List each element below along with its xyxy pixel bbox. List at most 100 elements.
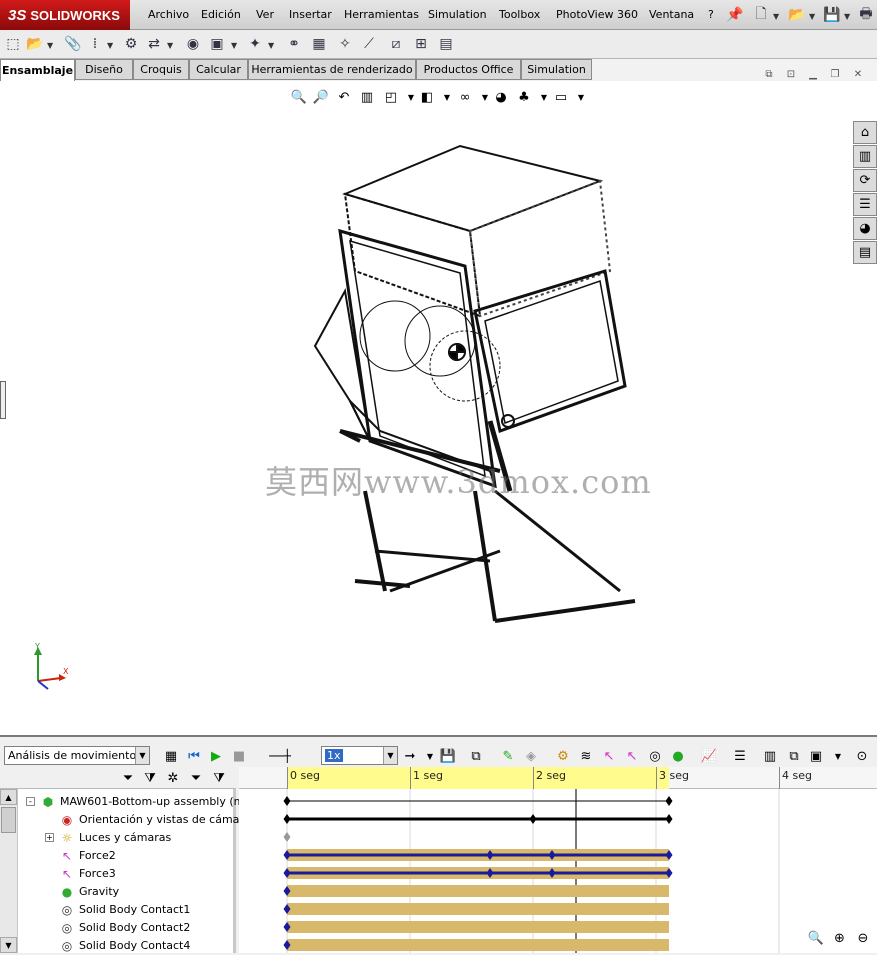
menu-help[interactable]: ? <box>708 8 714 21</box>
stop-icon[interactable]: ■ <box>231 748 247 764</box>
tile-doc-icon[interactable]: ⊡ <box>784 68 798 80</box>
assembly-model[interactable] <box>300 141 650 641</box>
force-icon[interactable]: ↖ <box>624 748 640 764</box>
graphics-area[interactable]: 🔍 🔎 ↶ ▥ ◰ ▼ ◧ ▼ ∞ ▼ ◕ ♣ ▼ ▭ ▼ ⧉ ⊡ ▁ ❐ ✕ … <box>0 69 877 735</box>
chevron-down-icon[interactable]: ▼ <box>572 88 590 106</box>
gravity-icon[interactable]: ● <box>670 748 686 764</box>
damper-icon[interactable]: ↖ <box>601 748 617 764</box>
tab-herramientas-renderizado[interactable]: Herramientas de renderizado <box>248 59 416 80</box>
linear-pattern-icon[interactable]: ⁞ <box>86 35 104 53</box>
copy-study-icon[interactable]: ⧉ <box>786 748 802 764</box>
apply-scene-icon[interactable]: ♣ <box>515 88 533 106</box>
animation-wizard-icon[interactable]: ⧉ <box>468 748 484 764</box>
chevron-down-icon[interactable]: ▼ <box>422 748 438 764</box>
exploded-view-icon[interactable]: ✧ <box>336 35 354 53</box>
zoom-out-icon[interactable]: ⊖ <box>853 931 873 949</box>
menu-archivo[interactable]: Archivo <box>148 8 189 21</box>
chevron-down-icon[interactable]: ▼ <box>438 88 456 106</box>
chevron-down-icon[interactable]: ▼ <box>107 41 113 50</box>
home-resources-icon[interactable]: ⌂ <box>853 121 877 144</box>
motion-timeline[interactable]: 0 seg 1 seg 2 seg 3 seg 4 seg 🔍 ⊕ ⊖ <box>239 767 877 953</box>
menu-herramientas[interactable]: Herramientas <box>344 8 419 21</box>
playback-slider[interactable]: ──┼ <box>260 748 300 764</box>
open-folder-icon[interactable]: 📂 <box>788 6 806 24</box>
collapse-motion-manager-icon[interactable]: ▥ <box>762 748 778 764</box>
mate-icon[interactable]: 📎 <box>64 35 82 53</box>
hide-show-items-icon[interactable]: ∞ <box>456 88 474 106</box>
tab-calcular[interactable]: Calcular <box>189 59 248 80</box>
file-explorer-icon[interactable]: ⟳ <box>853 169 877 192</box>
chevron-down-icon[interactable]: ▼ <box>844 12 850 21</box>
print-icon[interactable]: 🖶 <box>857 6 875 24</box>
display-style-icon[interactable]: ◧ <box>418 88 436 106</box>
chevron-down-icon[interactable]: ▼ <box>773 12 779 21</box>
smart-fasteners-icon[interactable]: ⚙ <box>122 35 140 53</box>
spring-icon[interactable]: ≋ <box>578 748 594 764</box>
chevron-down-icon[interactable]: ▼ <box>167 41 173 50</box>
tree-row[interactable]: - ⬢ MAW601-Bottom-up assembly (mot <box>0 793 255 811</box>
move-component-icon[interactable]: ⇄ <box>145 35 163 53</box>
previous-view-icon[interactable]: ↶ <box>335 88 353 106</box>
chevron-down-icon[interactable]: ▼ <box>535 88 553 106</box>
tab-simulation[interactable]: Simulation <box>521 59 592 80</box>
new-part-icon[interactable]: 📂 <box>26 35 44 53</box>
add-key-icon[interactable]: ◈ <box>523 748 539 764</box>
menu-ver[interactable]: Ver <box>256 8 274 21</box>
chevron-down-icon[interactable]: ▼ <box>231 41 237 50</box>
maximize-icon[interactable]: ❐ <box>828 68 842 80</box>
zoom-to-fit-icon[interactable]: 🔍 <box>290 88 308 106</box>
new-motion-study-icon[interactable]: ⚭ <box>285 35 303 53</box>
reference-geometry-icon[interactable]: ✦ <box>246 35 264 53</box>
chevron-down-icon[interactable]: ▼ <box>830 748 846 764</box>
section-view-icon[interactable]: ▥ <box>358 88 376 106</box>
chevron-down-icon[interactable]: ▼ <box>47 41 53 50</box>
tree-row[interactable]: + ☼ Luces y cámaras <box>0 829 236 847</box>
zoom-in-icon[interactable]: ⊕ <box>830 931 850 949</box>
play-from-start-icon[interactable]: ⏮ <box>186 748 202 764</box>
tree-row[interactable]: ↖ Force2 <box>0 847 236 865</box>
appearances-icon[interactable]: ◕ <box>853 217 877 240</box>
close-icon[interactable]: ✕ <box>851 68 865 80</box>
instant3d-icon[interactable]: ⊞ <box>412 35 430 53</box>
save-icon[interactable]: 💾 <box>823 6 841 24</box>
tab-croquis[interactable]: Croquis <box>133 59 189 80</box>
minimize-icon[interactable]: ▁ <box>806 68 820 80</box>
view-palette-icon[interactable]: ☰ <box>853 193 877 216</box>
zoom-to-fit-icon[interactable]: 🔍 <box>806 931 826 949</box>
menu-photoview[interactable]: PhotoView 360 <box>556 8 638 21</box>
solidworks-logo[interactable]: 3S SOLIDWORKS <box>0 0 130 30</box>
tab-productos-office[interactable]: Productos Office <box>416 59 521 80</box>
new-document-icon[interactable]: 🗋 <box>752 6 770 24</box>
view-orientation-icon[interactable]: ◰ <box>382 88 400 106</box>
large-assembly-icon[interactable]: ▤ <box>437 35 455 53</box>
results-plots-icon[interactable]: 📈 <box>701 748 717 764</box>
menu-edicion[interactable]: Edición <box>201 8 241 21</box>
assembly-features-icon[interactable]: ▣ <box>208 35 226 53</box>
calculate-icon[interactable]: ▦ <box>163 748 179 764</box>
insert-component-icon[interactable]: ⬚ <box>4 35 22 53</box>
filter-driving-icon[interactable]: ⧩ <box>142 770 158 786</box>
feature-manager-collapse-handle[interactable] <box>0 381 6 419</box>
tree-row[interactable]: ◎ Solid Body Contact4 <box>0 937 236 955</box>
menu-ventana[interactable]: Ventana <box>649 8 694 21</box>
interference-detection-icon[interactable]: ⧄ <box>387 35 405 53</box>
tree-row[interactable]: ● Gravity <box>0 883 236 901</box>
play-icon[interactable]: ▶ <box>208 748 224 764</box>
tab-diseno[interactable]: Diseño <box>75 59 133 80</box>
tree-row[interactable]: ◎ Solid Body Contact1 <box>0 901 236 919</box>
collapse-panel-icon[interactable]: ⊙ <box>854 748 870 764</box>
autokey-icon[interactable]: ✎ <box>500 748 516 764</box>
zoom-area-icon[interactable]: 🔎 <box>312 88 330 106</box>
paste-study-icon[interactable]: ▣ <box>808 748 824 764</box>
bill-of-materials-icon[interactable]: ▦ <box>310 35 328 53</box>
tree-row[interactable]: ◉ Orientación y vistas de cámara <box>0 811 251 829</box>
collapse-icon[interactable]: - <box>26 797 35 806</box>
save-animation-icon[interactable]: 💾 <box>440 748 456 764</box>
explode-line-sketch-icon[interactable]: ⟋ <box>360 35 378 53</box>
motion-study-properties-icon[interactable]: ☰ <box>732 748 748 764</box>
playback-mode-icon[interactable]: ➞ <box>402 748 418 764</box>
playback-speed-select[interactable]: 1x ▼ <box>321 746 398 765</box>
menu-toolbox[interactable]: Toolbox <box>499 8 540 21</box>
sort-icon[interactable]: ⧩ <box>211 770 227 786</box>
study-type-select[interactable]: Análisis de movimiento ▼ <box>4 746 150 765</box>
